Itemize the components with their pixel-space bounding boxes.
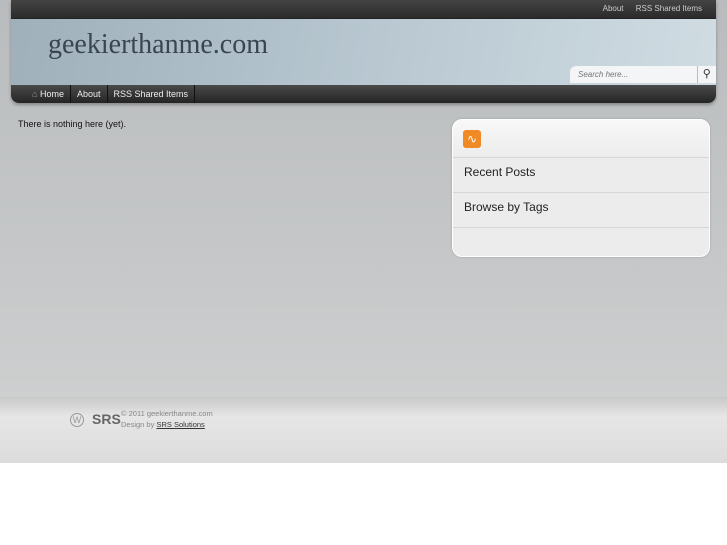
banner: geekierthanme.com ⚲ — [11, 18, 716, 85]
rss-icon[interactable]: ∿ — [463, 130, 481, 148]
wordpress-icon: W — [70, 413, 84, 427]
main-nav: ⌂ Home About RSS Shared Items — [11, 85, 716, 103]
top-nav-about[interactable]: About — [603, 4, 624, 13]
nav-rss-shared-items[interactable]: RSS Shared Items — [108, 85, 196, 103]
srs-logo: SRS — [92, 411, 121, 427]
home-icon: ⌂ — [32, 89, 38, 99]
rss-header: ∿ — [453, 120, 709, 158]
footer: W SRS © 2011 geekierthanme.com Design by… — [0, 397, 727, 463]
top-nav-rss-shared-items[interactable]: RSS Shared Items — [636, 4, 702, 13]
nav-home-label: Home — [39, 89, 64, 99]
search-icon: ⚲ — [702, 68, 711, 80]
nav-home[interactable]: ⌂ Home — [26, 85, 71, 103]
copyright: © 2011 geekierthanme.com — [121, 409, 213, 418]
header: About RSS Shared Items geekierthanme.com… — [11, 0, 716, 103]
sidebar-item-browse-by-tags[interactable]: Browse by Tags — [453, 193, 709, 228]
designer-link[interactable]: SRS Solutions — [156, 420, 204, 429]
nav-about[interactable]: About — [71, 85, 108, 103]
site-title[interactable]: geekierthanme.com — [48, 29, 268, 61]
search-button[interactable]: ⚲ — [696, 66, 716, 83]
sidebar-item-recent-posts[interactable]: Recent Posts — [453, 158, 709, 193]
sidebar: ∿ Recent Posts Browse by Tags — [452, 119, 710, 257]
content-message: There is nothing here (yet). — [18, 119, 127, 129]
search-input[interactable] — [570, 66, 697, 83]
design-by-label: Design by — [121, 420, 155, 429]
page: About RSS Shared Items geekierthanme.com… — [0, 0, 727, 463]
footer-text: © 2011 geekierthanme.com Design by SRS S… — [121, 408, 213, 430]
top-nav: About RSS Shared Items — [11, 0, 716, 18]
search-box: ⚲ — [570, 66, 716, 83]
